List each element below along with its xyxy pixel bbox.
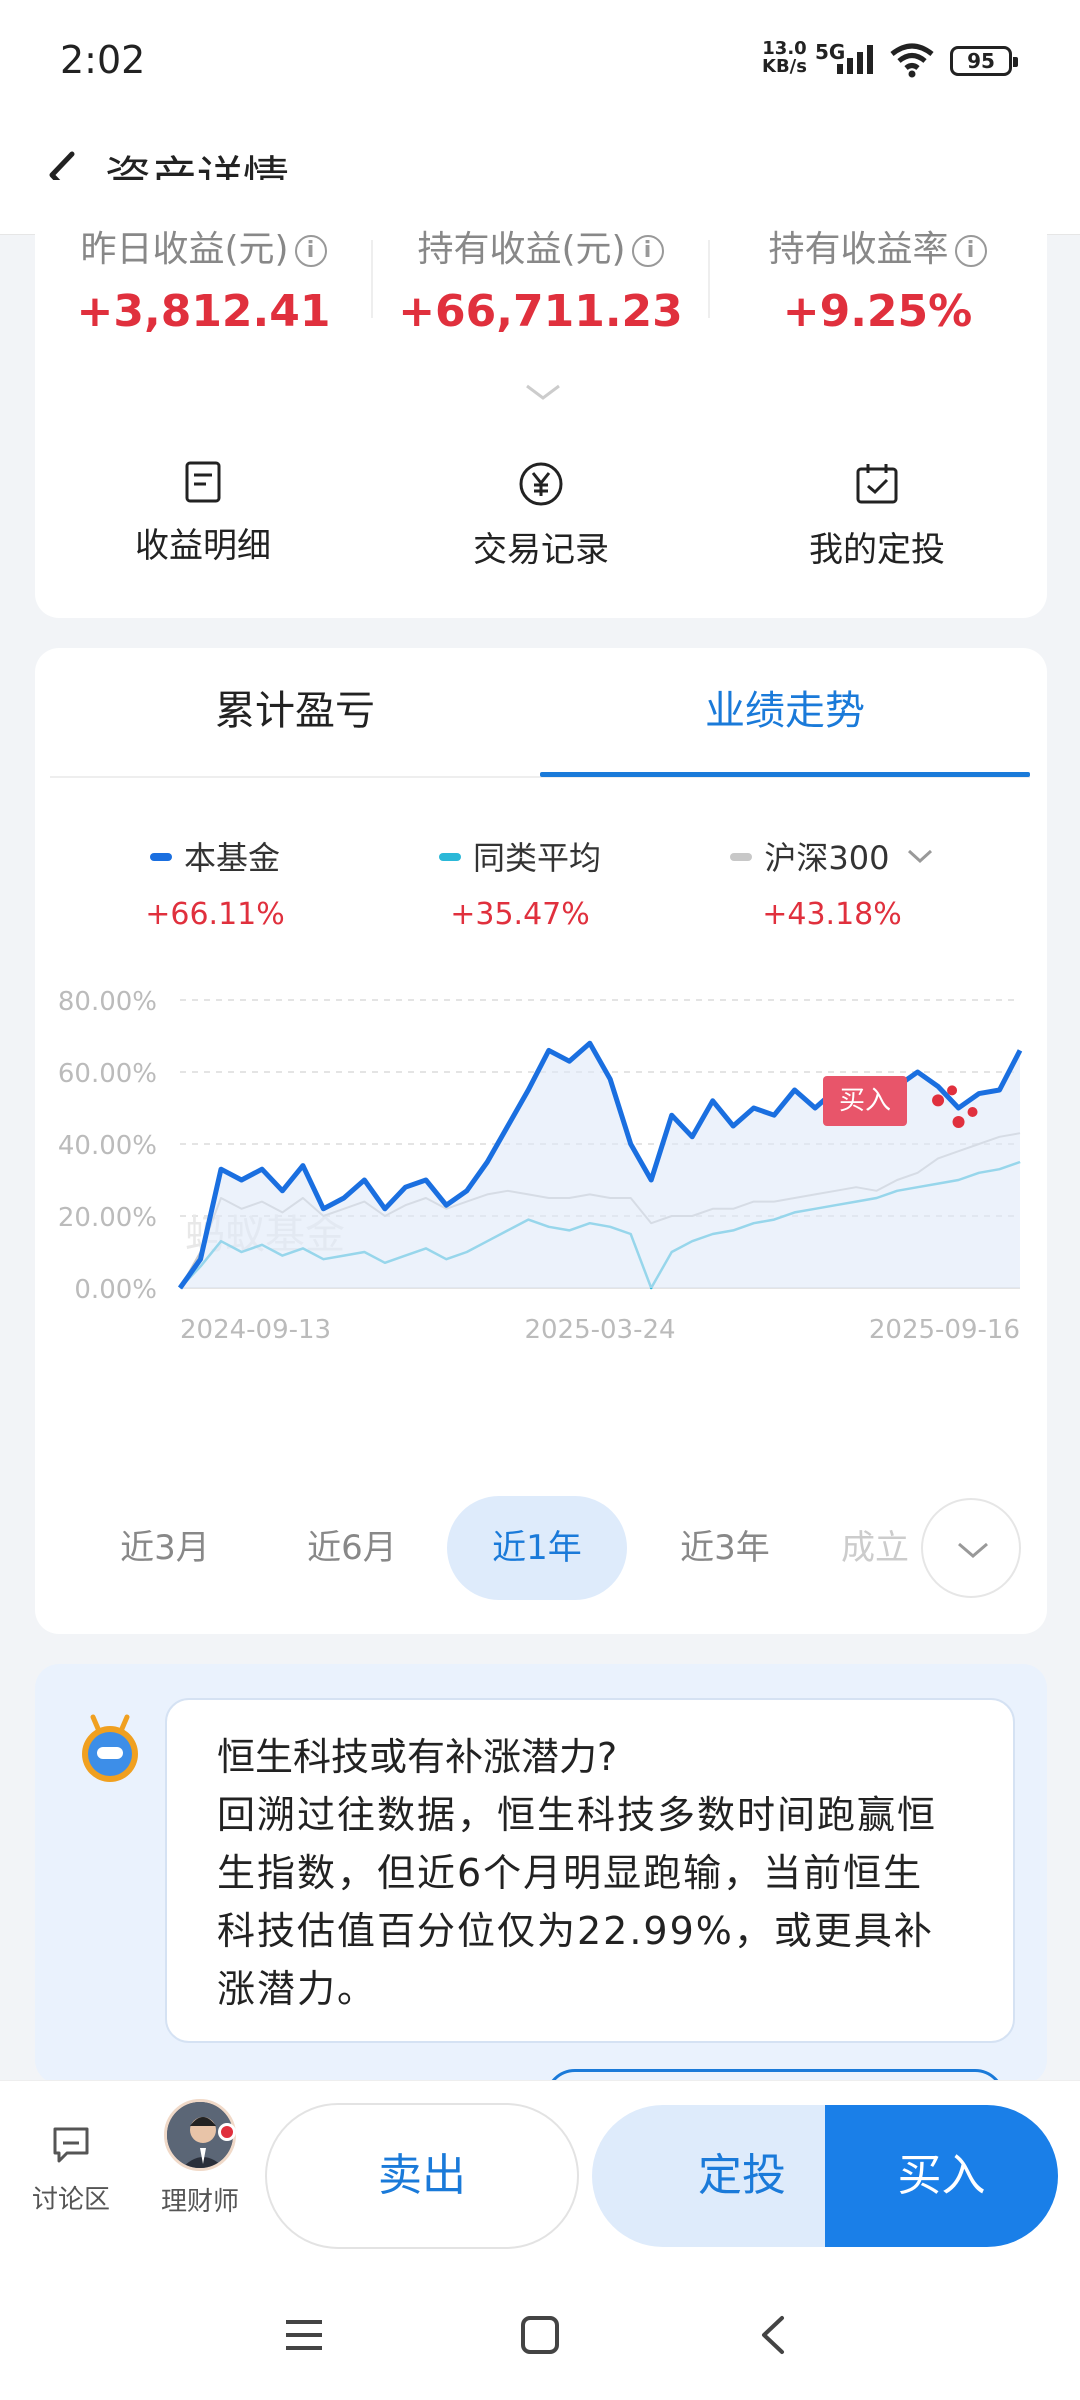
y-tick-label: 60.00%	[58, 1059, 157, 1089]
network-speed: 13.0 KB/s	[762, 40, 807, 76]
legend-value: +43.18%	[762, 897, 902, 932]
x-tick-label: 2024-09-13	[180, 1315, 331, 1345]
chat-bubble-icon	[53, 2127, 89, 2163]
menu-icon[interactable]	[282, 2313, 326, 2357]
legend-marker	[149, 853, 172, 861]
yen-circle-icon	[519, 462, 563, 506]
wifi-icon	[890, 43, 934, 78]
stat-label: 持有收益率	[768, 229, 949, 270]
range-6m[interactable]: 近6月	[262, 1496, 442, 1600]
advisor-label: 理财师	[160, 2187, 239, 2217]
tab-cumulative-pnl[interactable]: 累计盈亏	[50, 678, 540, 736]
insight-bubble[interactable]: 恒生科技或有补涨潜力? 回溯过往数据，恒生科技多数时间跑赢恒生指数，但近6个月明…	[165, 1698, 1015, 2043]
signal-icon	[837, 45, 873, 74]
stat-yesterday-income: 昨日收益(元) i +3,812.41	[35, 220, 372, 337]
stat-value: +3,812.41	[76, 286, 331, 337]
y-tick-label: 20.00%	[58, 1203, 157, 1233]
action-label: 我的定投	[809, 530, 945, 570]
discussion-label: 讨论区	[31, 2185, 110, 2215]
y-tick-label: 0.00%	[74, 1275, 157, 1305]
network-speed-unit: KB/s	[762, 56, 807, 77]
insight-title: 恒生科技或有补涨潜力?	[217, 1735, 618, 1779]
range-1y[interactable]: 近1年	[447, 1496, 627, 1600]
legend-label: 本基金	[183, 839, 280, 877]
buy-point-marker	[932, 1094, 945, 1107]
info-icon[interactable]: i	[631, 235, 664, 267]
buy-marker: 买入	[823, 1076, 907, 1126]
x-tick-label: 2025-03-24	[524, 1315, 675, 1345]
back-icon[interactable]	[752, 2313, 796, 2357]
tab-performance-trend[interactable]: 业绩走势	[540, 678, 1030, 736]
bottom-action-bar: 讨论区 理财师 卖出 定投 买入	[0, 2080, 1080, 2275]
calendar-check-icon	[856, 464, 898, 504]
action-income-detail[interactable]: 收益明细	[103, 460, 303, 567]
insight-body: 回溯过往数据，恒生科技多数时间跑赢恒生指数，但近6个月明显跑输，当前恒生科技估值…	[217, 1793, 938, 2011]
action-my-plan[interactable]: 我的定投	[777, 460, 977, 571]
chevron-down-icon	[907, 849, 932, 864]
buy-point-marker	[947, 1085, 958, 1096]
discussion-button[interactable]: 讨论区	[28, 2123, 114, 2216]
asset-summary-card: 昨日收益(元) i +3,812.41 持有收益(元) i +66,711.23 持…	[35, 180, 1047, 618]
insight-card: 恒生科技或有补涨潜力? 回溯过往数据，恒生科技多数时间跑赢恒生指数，但近6个月明…	[35, 1664, 1047, 2129]
home-icon[interactable]	[518, 2313, 562, 2357]
x-tick-label: 2025-09-16	[869, 1315, 1020, 1345]
document-icon	[185, 461, 221, 503]
action-trade-record[interactable]: 交易记录	[441, 460, 641, 571]
performance-card: 累计盈亏 业绩走势 本基金 +66.11% 同类平均 +35.47% 沪深300…	[35, 648, 1047, 1634]
performance-chart[interactable]: 80.00% 60.00% 40.00% 20.00% 0.00% 2024-09-13 2…	[35, 948, 1047, 1428]
stat-label: 昨日收益(元)	[80, 229, 289, 270]
advisor-button[interactable]: 理财师	[152, 2099, 248, 2218]
chevron-down-icon[interactable]	[523, 380, 563, 404]
status-time: 2:02	[60, 38, 146, 82]
legend-label: 同类平均	[472, 839, 601, 877]
y-tick-label: 80.00%	[58, 987, 157, 1017]
range-since-inception[interactable]: 成立	[815, 1496, 935, 1600]
stat-value: +9.25%	[782, 286, 973, 337]
legend-fund: 本基金 +66.11%	[55, 833, 375, 932]
legend-marker	[438, 853, 461, 861]
legend-hs300[interactable]: 沪深300 +43.18%	[672, 833, 992, 932]
action-label: 交易记录	[473, 530, 609, 570]
buy-button[interactable]: 买入	[825, 2105, 1058, 2247]
legend-label: 沪深300	[764, 839, 890, 877]
legend-value: +66.11%	[145, 897, 285, 932]
legend-marker	[730, 853, 753, 861]
y-tick-label: 40.00%	[58, 1131, 157, 1161]
status-bar: 2:02 13.0 KB/s 5G 95	[0, 0, 1080, 120]
sell-button[interactable]: 卖出	[265, 2103, 579, 2249]
system-nav-bar	[0, 2275, 1080, 2400]
range-3y[interactable]: 近3年	[635, 1496, 815, 1600]
chevron-down-icon	[958, 1542, 988, 1558]
robot-avatar-icon[interactable]	[75, 1709, 145, 1789]
legend-value: +35.47%	[450, 897, 590, 932]
info-icon[interactable]: i	[294, 235, 327, 267]
range-3m[interactable]: 近3月	[75, 1496, 255, 1600]
buy-point-marker	[967, 1107, 978, 1117]
stat-holding-rate: 持有收益率 i +9.25%	[709, 220, 1046, 337]
buy-point-marker	[952, 1116, 965, 1128]
action-label: 收益明细	[135, 526, 271, 566]
tab-active-indicator	[540, 772, 1030, 777]
battery-icon: 95	[950, 46, 1018, 76]
more-ranges-button[interactable]	[921, 1498, 1021, 1598]
stat-value: +66,711.23	[398, 286, 683, 337]
notification-dot	[218, 2123, 236, 2141]
stat-label: 持有收益(元)	[417, 229, 626, 270]
info-icon[interactable]: i	[954, 235, 987, 267]
legend-peer-average: 同类平均 +35.47%	[360, 833, 680, 932]
stat-holding-income: 持有收益(元) i +66,711.23	[372, 220, 709, 337]
